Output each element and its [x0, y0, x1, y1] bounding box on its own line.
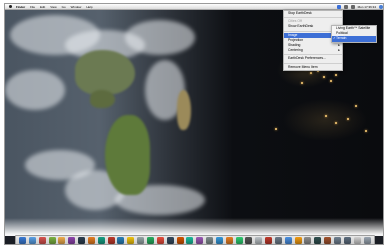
dock-app-icon[interactable]	[314, 237, 322, 244]
menu-help[interactable]: Help	[86, 4, 92, 10]
dock-app-icon[interactable]	[353, 237, 361, 244]
menu-app-finder[interactable]: Finder	[16, 4, 25, 10]
submenu-item-terrain-label: Terrain	[336, 36, 347, 41]
dock-app-icon[interactable]	[68, 237, 76, 244]
checkmark-icon: ✓	[333, 36, 336, 41]
screen: Finder File Edit View Go Window Help Mon…	[4, 3, 384, 245]
dock-app-icon[interactable]	[206, 237, 214, 244]
dock-app-icon[interactable]	[146, 237, 154, 244]
menu-view[interactable]: View	[50, 4, 56, 10]
apple-menu-icon[interactable]	[9, 5, 12, 8]
dock-app-icon[interactable]	[156, 237, 164, 244]
dock-app-icon[interactable]	[284, 237, 292, 244]
dock-app-icon[interactable]	[225, 237, 233, 244]
dock-app-icon[interactable]	[324, 237, 332, 244]
dock-app-icon[interactable]	[294, 237, 302, 244]
dock-app-icon[interactable]	[107, 237, 115, 244]
dock-app-icon[interactable]	[363, 237, 371, 244]
dock-app-icon[interactable]	[265, 237, 273, 244]
dock-app-icon[interactable]	[38, 237, 46, 244]
menu-item-stop-earthdesk[interactable]: Stop EarthDesk	[284, 11, 342, 16]
dock-app-icon[interactable]	[166, 237, 174, 244]
dock-app-icon[interactable]	[58, 237, 66, 244]
dock	[15, 235, 375, 244]
dock-app-icon[interactable]	[186, 237, 194, 244]
earthdesk-menu-extra-icon[interactable]	[336, 5, 341, 9]
dock-app-icon[interactable]	[196, 237, 204, 244]
menu-go[interactable]: Go	[62, 4, 66, 10]
dock-app-icon[interactable]	[137, 237, 145, 244]
menu-item-preferences[interactable]: EarthDesk Preferences...	[284, 56, 342, 61]
dock-app-icon[interactable]	[87, 237, 95, 244]
spotlight-icon[interactable]	[379, 5, 383, 9]
dock-app-icon[interactable]	[255, 237, 263, 244]
menu-item-projection-label: Projection	[288, 37, 304, 42]
menu-separator	[284, 54, 342, 56]
menubar-clock[interactable]: Mon 17:36:34	[358, 4, 376, 10]
dock-app-icon[interactable]	[127, 237, 135, 244]
dock-app-icon[interactable]	[19, 237, 26, 244]
dock-app-icon[interactable]	[215, 237, 223, 244]
dock-app-icon[interactable]	[304, 237, 312, 244]
dock-app-icon[interactable]	[48, 237, 56, 244]
submenu-arrow-icon: ▸	[338, 48, 340, 53]
dock-app-icon[interactable]	[176, 237, 184, 244]
menu-separator	[284, 17, 342, 19]
dock-app-icon[interactable]	[97, 237, 105, 244]
submenu-item-terrain[interactable]: ✓ Terrain	[332, 36, 376, 42]
menu-edit[interactable]: Edit	[40, 4, 45, 10]
dock-app-icon[interactable]	[343, 237, 351, 244]
volume-icon[interactable]	[343, 5, 348, 9]
menu-item-image-label: Image	[288, 32, 298, 37]
menu-item-remove-menu-item[interactable]: Remove Menu Item	[284, 65, 342, 70]
dock-app-icon[interactable]	[334, 237, 341, 244]
menu-file[interactable]: File	[30, 4, 35, 10]
menu-item-centering[interactable]: Centering ▸	[284, 48, 342, 53]
dock-app-icon[interactable]	[117, 237, 125, 244]
dock-app-icon[interactable]	[245, 237, 253, 244]
image-submenu: Living Earth™ Satellite Political ✓ Terr…	[331, 25, 377, 43]
menu-window[interactable]: Window	[71, 4, 82, 10]
menu-item-shading-label: Shading	[288, 42, 301, 47]
dock-app-icon[interactable]	[28, 237, 36, 244]
dock-app-icon[interactable]	[235, 237, 243, 244]
dock-app-icon[interactable]	[274, 237, 282, 244]
dock-app-icon[interactable]	[78, 237, 86, 244]
menu-item-centering-label: Centering	[288, 48, 303, 53]
wifi-icon[interactable]	[350, 5, 355, 9]
menu-separator	[284, 62, 342, 64]
